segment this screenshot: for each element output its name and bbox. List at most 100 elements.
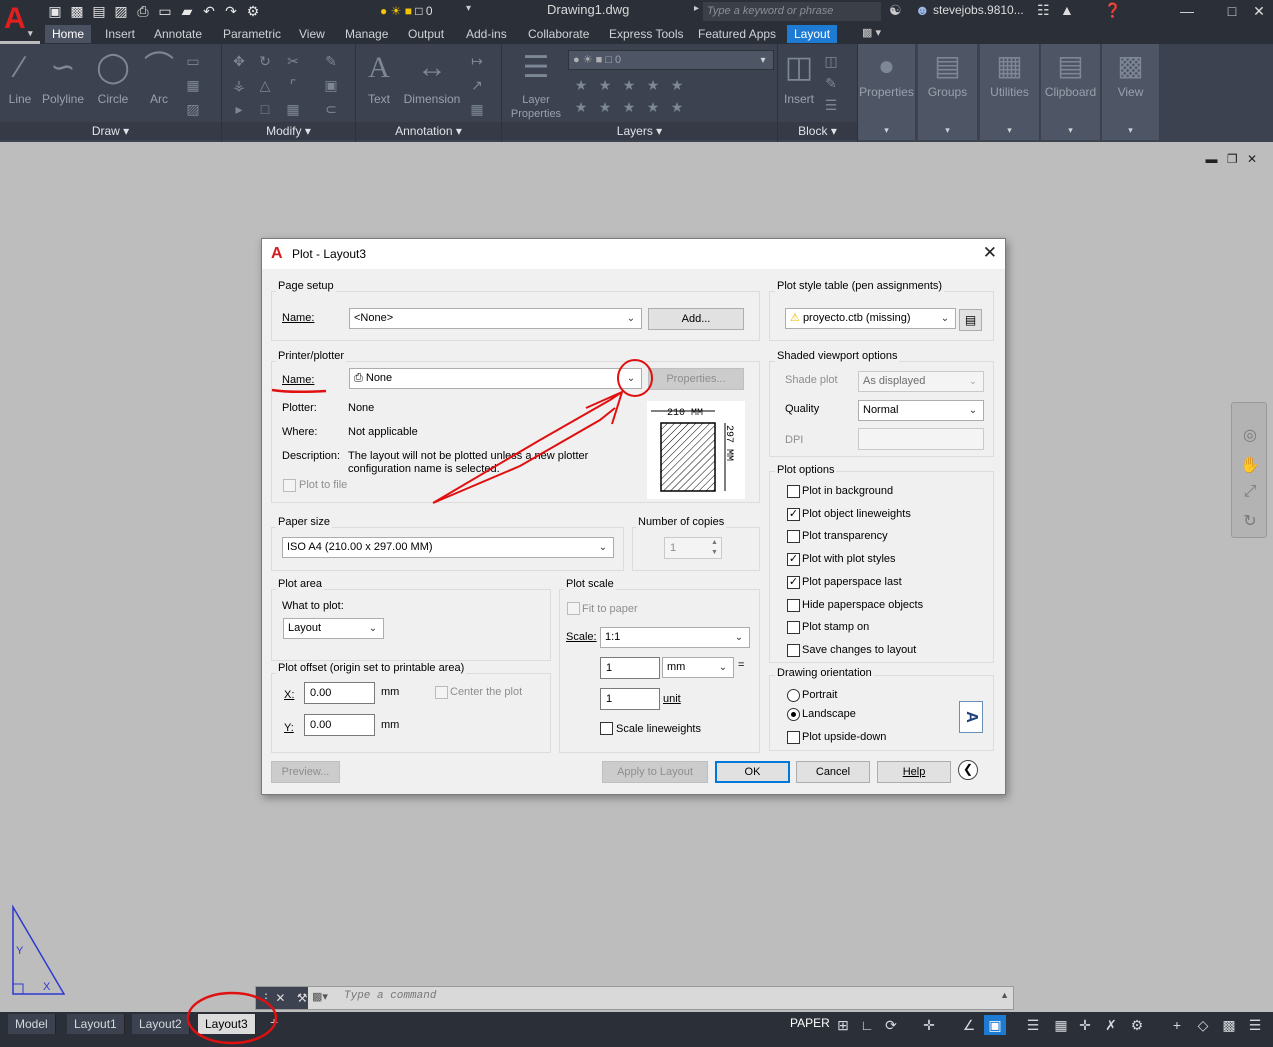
array-icon[interactable]: ▦ xyxy=(284,100,302,118)
search-input[interactable]: Type a keyword or phrase xyxy=(703,2,881,21)
plot-to-file-checkbox[interactable] xyxy=(283,479,296,492)
layout-tab-layout1[interactable]: Layout1 xyxy=(67,1014,125,1034)
open-icon[interactable]: ▰ xyxy=(178,2,196,20)
layer-match-icon[interactable]: ★ xyxy=(668,98,686,116)
what-to-plot-select[interactable]: Layout ⌄ xyxy=(283,618,384,639)
circle-tool[interactable]: ◯ Circle xyxy=(88,48,138,106)
snap-icon[interactable]: ∟ xyxy=(856,1015,878,1035)
cart-icon[interactable]: ☷ xyxy=(1037,2,1050,19)
plot-option-checkbox[interactable] xyxy=(787,599,800,612)
polar-icon[interactable]: ⟳ xyxy=(880,1015,902,1035)
tab-collaborate[interactable]: Collaborate xyxy=(521,25,596,43)
paper-size-select[interactable]: ISO A4 (210.00 x 297.00 MM) ⌄ xyxy=(282,537,614,558)
portrait-radio[interactable] xyxy=(787,689,800,702)
offset-icon[interactable]: ⊂ xyxy=(322,100,340,118)
shade-plot-select[interactable]: As displayed ⌄ xyxy=(858,371,984,392)
tab-insert[interactable]: Insert xyxy=(98,25,142,43)
a360-icon[interactable]: ▲ xyxy=(1060,2,1074,18)
scale-value-1-input[interactable]: 1 xyxy=(600,657,660,679)
layer-unisolate-icon[interactable]: ★ xyxy=(596,98,614,116)
tab-manage[interactable]: Manage xyxy=(338,25,395,43)
layer-combo[interactable]: ● ☀ ■ □ 0 ▾ xyxy=(568,50,774,70)
rectangle-icon[interactable]: ▭ xyxy=(184,52,202,70)
multileader-icon[interactable]: ↗ xyxy=(468,76,486,94)
layers-panel-title[interactable]: Layers ▾ xyxy=(502,122,777,140)
trim-icon[interactable]: ✂ xyxy=(284,52,302,70)
scale-lineweights-checkbox[interactable] xyxy=(600,722,613,735)
plot-option-checkbox[interactable] xyxy=(787,508,800,521)
plot-option-checkbox[interactable] xyxy=(787,553,800,566)
folder-icon[interactable]: ▭ xyxy=(156,2,174,20)
cancel-button[interactable]: Cancel xyxy=(796,761,870,783)
new-layout-icon[interactable]: + xyxy=(270,1014,278,1030)
save-icon[interactable]: ▨ xyxy=(112,2,130,20)
layer-quick-access[interactable]: ● ☀ ■ □ 0 xyxy=(380,2,476,20)
new-icon[interactable]: ▣ xyxy=(46,2,64,20)
plot-option-checkbox[interactable] xyxy=(787,621,800,634)
fillet-icon[interactable]: ⌜ xyxy=(284,76,302,94)
undo-icon[interactable]: ↶ xyxy=(200,2,218,20)
zoom-extents-icon[interactable]: ⤢ xyxy=(1240,483,1260,503)
steering-wheel-icon[interactable]: ◎ xyxy=(1240,425,1260,445)
redo-icon[interactable]: ↷ xyxy=(222,2,240,20)
insert-tool[interactable]: ◫ Insert xyxy=(774,48,824,106)
dpi-input[interactable] xyxy=(858,428,984,450)
layout-tab-layout2[interactable]: Layout2 xyxy=(132,1014,190,1034)
panel-groups[interactable]: ▤ Groups ▾ xyxy=(918,44,978,140)
layer-lock-icon[interactable]: ★ xyxy=(644,76,662,94)
grip-icon[interactable]: ⋮ xyxy=(260,991,272,1005)
explode-icon[interactable]: ▣ xyxy=(322,76,340,94)
rotate-icon[interactable]: ↻ xyxy=(256,52,274,70)
edit-plot-style-button[interactable]: ▤ xyxy=(959,309,982,331)
offset-y-input[interactable]: 0.00 xyxy=(304,714,375,736)
edit-block-icon[interactable]: ✎ xyxy=(822,74,840,92)
app-menu-button[interactable]: A ▾ xyxy=(0,0,40,41)
plus-icon[interactable]: + xyxy=(1166,1015,1188,1035)
move-icon[interactable]: ✥ xyxy=(230,52,248,70)
fit-to-paper-checkbox[interactable] xyxy=(567,602,580,615)
plot-option-checkbox[interactable] xyxy=(787,530,800,543)
dimension-tool[interactable]: ↔ Dimension xyxy=(402,48,462,106)
close-icon[interactable]: ✕ xyxy=(1245,0,1273,22)
command-input[interactable]: Type a command xyxy=(344,990,436,1002)
wrench-icon[interactable]: ⚒ xyxy=(297,991,308,1005)
landscape-radio[interactable] xyxy=(787,708,800,721)
panel-view[interactable]: ▩ View ▾ xyxy=(1102,44,1160,140)
close-icon[interactable]: ✕ xyxy=(1247,152,1257,166)
menu-icon[interactable]: ☰ xyxy=(1244,1015,1266,1035)
customize-icon[interactable]: ☰ xyxy=(1022,1015,1044,1035)
tab-layout[interactable]: Layout xyxy=(787,25,838,43)
layer-off-icon[interactable]: ★ xyxy=(572,76,590,94)
preview-button[interactable]: Preview... xyxy=(271,761,340,783)
layer-on-icon[interactable]: ★ xyxy=(572,98,590,116)
close-icon[interactable]: ✕ xyxy=(983,243,997,263)
upside-down-checkbox[interactable] xyxy=(787,731,800,744)
printer-name-select[interactable]: ⎙ None ⌄ xyxy=(349,368,642,389)
chevron-right-icon[interactable]: ▸ xyxy=(694,3,699,14)
isolate-objects-icon[interactable]: ◇ xyxy=(1192,1015,1214,1035)
copies-spinner-icon[interactable]: ▲ ▼ xyxy=(711,538,718,558)
grid-icon[interactable]: ⊞ xyxy=(832,1015,854,1035)
print-icon[interactable]: ⎙ xyxy=(134,2,152,20)
text-tool[interactable]: A Text xyxy=(354,48,404,106)
plot-option-checkbox[interactable] xyxy=(787,576,800,589)
annotation-scale-icon[interactable]: ▦ xyxy=(1050,1015,1072,1035)
panel-clipboard[interactable]: ▤ Clipboard ▾ xyxy=(1041,44,1101,140)
help-button[interactable]: Help xyxy=(877,761,951,783)
modify-panel-title[interactable]: Modify ▾ xyxy=(222,122,355,140)
polyline-tool[interactable]: ∽ Polyline xyxy=(38,48,88,106)
hatch-icon[interactable]: ▦ xyxy=(184,76,202,94)
layer-dropdown-chevron-icon[interactable]: ▾ xyxy=(466,3,471,14)
space-toggle[interactable]: PAPER xyxy=(790,1016,830,1030)
offset-x-input[interactable]: 0.00 xyxy=(304,682,375,704)
scale-value-2-input[interactable]: 1 xyxy=(600,688,660,710)
match-properties-icon[interactable]: ⚙ xyxy=(244,2,262,20)
close-icon[interactable]: ✕ xyxy=(275,991,285,1005)
layer-make-current-icon[interactable]: ★ xyxy=(668,76,686,94)
layer-freeze-icon[interactable]: ★ xyxy=(620,76,638,94)
apply-to-layout-button[interactable]: Apply to Layout xyxy=(602,761,708,783)
fullscreen-icon[interactable]: ▩ xyxy=(1218,1015,1240,1035)
user-icon[interactable]: ☻ xyxy=(915,2,930,18)
help-icon[interactable]: ❓ xyxy=(1104,2,1121,19)
open-web-icon[interactable]: ▤ xyxy=(90,2,108,20)
